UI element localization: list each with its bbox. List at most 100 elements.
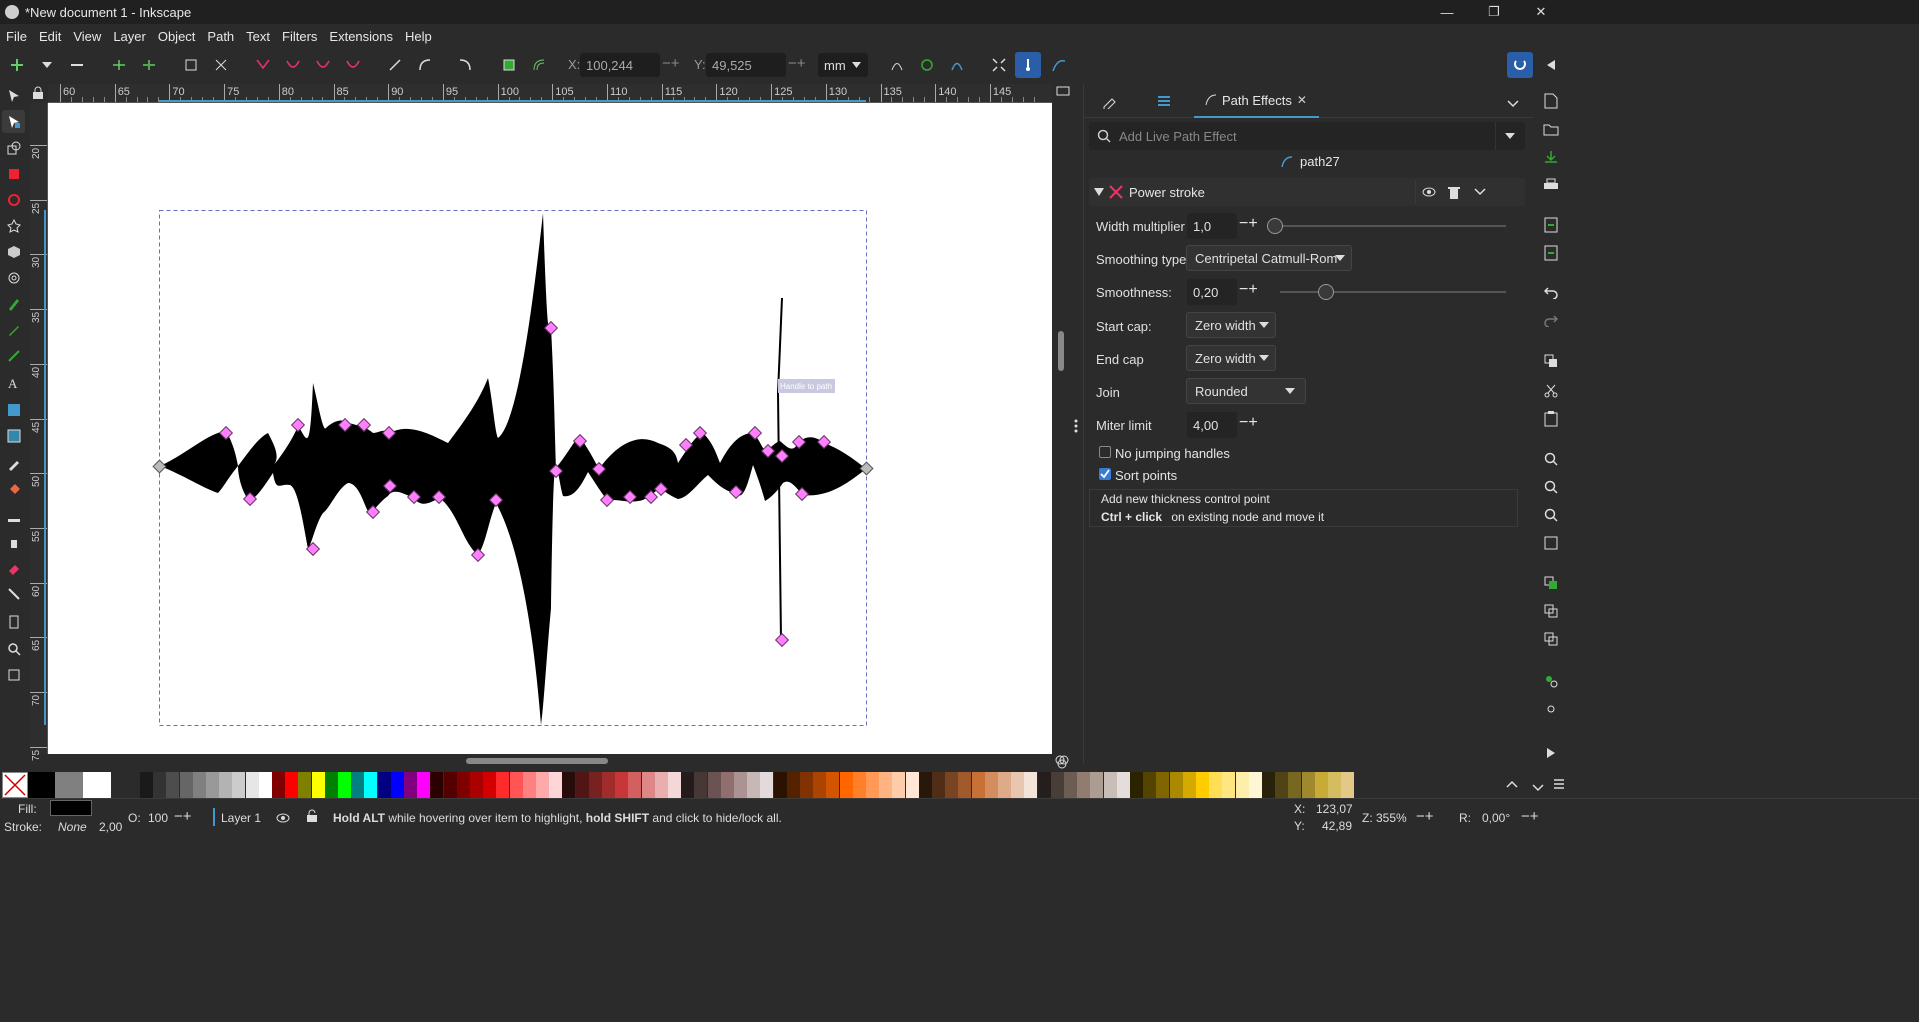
lock-guides-icon[interactable] xyxy=(32,86,44,100)
insert-node-icon[interactable] xyxy=(4,52,30,78)
join-select[interactable]: Rounded xyxy=(1186,378,1306,404)
path-offset-icon[interactable] xyxy=(526,52,552,78)
vertical-scroll-thumb[interactable] xyxy=(1058,331,1064,371)
palette-scroll-down-icon[interactable] xyxy=(1532,780,1544,795)
palette-swatch[interactable] xyxy=(1116,772,1130,798)
palette-swatch[interactable] xyxy=(1222,772,1236,798)
eraser-tool-icon[interactable] xyxy=(2,556,25,579)
zoom-page-icon[interactable] xyxy=(1540,504,1562,526)
palette-swatch[interactable] xyxy=(404,772,417,798)
palette-swatch[interactable] xyxy=(654,772,668,798)
delete-node-icon[interactable] xyxy=(64,52,90,78)
opacity-stepper[interactable]: −+ xyxy=(174,808,192,825)
palette-swatch[interactable] xyxy=(958,772,972,798)
show-outline-icon[interactable] xyxy=(914,52,940,78)
snap-popover-icon[interactable] xyxy=(1538,52,1564,78)
minimize-button[interactable]: — xyxy=(1424,0,1470,24)
palette-swatch[interactable] xyxy=(839,772,853,798)
join-segment-icon[interactable] xyxy=(178,52,204,78)
connector-tool-icon[interactable] xyxy=(2,582,25,605)
star-tool-icon[interactable] xyxy=(2,214,25,237)
menu-file[interactable]: File xyxy=(0,29,33,44)
palette-swatch[interactable] xyxy=(1275,772,1289,798)
unlink-clone-icon[interactable] xyxy=(1540,628,1562,650)
palette-swatch[interactable] xyxy=(866,772,879,798)
palette-swatch[interactable] xyxy=(575,772,589,798)
palette-scroll-up-icon[interactable] xyxy=(1506,776,1518,791)
menu-layer[interactable]: Layer xyxy=(107,29,152,44)
palette-swatch[interactable] xyxy=(1328,772,1341,798)
sort-points-checkbox[interactable] xyxy=(1099,468,1111,480)
y-coordinate-field[interactable]: 49,525 xyxy=(706,53,786,77)
tab-path-effects[interactable]: Path Effects ✕ xyxy=(1194,84,1319,118)
calligraphy-tool-icon[interactable] xyxy=(2,344,25,367)
palette-swatch[interactable] xyxy=(417,772,431,798)
palette-swatch[interactable] xyxy=(1288,772,1302,798)
restore-button[interactable]: ❐ xyxy=(1471,0,1517,24)
menu-filters[interactable]: Filters xyxy=(276,29,323,44)
palette-swatch[interactable] xyxy=(1156,772,1170,798)
more-commands-icon[interactable] xyxy=(1540,742,1562,764)
no-jumping-checkbox[interactable] xyxy=(1099,446,1111,458)
palette-swatch[interactable] xyxy=(1314,772,1328,798)
end-node-left[interactable] xyxy=(152,459,167,474)
palette-swatch[interactable] xyxy=(1301,772,1315,798)
join-nodes-icon[interactable] xyxy=(106,52,132,78)
palette-swatch[interactable] xyxy=(734,772,747,798)
palette-swatch[interactable] xyxy=(1341,772,1355,798)
start-cap-select[interactable]: Zero width xyxy=(1186,312,1276,338)
palette-swatch[interactable] xyxy=(602,772,615,798)
palette-swatch[interactable] xyxy=(892,772,906,798)
3d-box-tool-icon[interactable] xyxy=(2,240,25,263)
width-control-knot[interactable] xyxy=(290,417,306,433)
pages-tool-icon[interactable] xyxy=(2,610,25,633)
palette-swatch[interactable] xyxy=(1235,772,1249,798)
palette-swatch[interactable] xyxy=(813,772,827,798)
palette-swatch[interactable] xyxy=(1196,772,1209,798)
palette-swatch[interactable] xyxy=(1077,772,1091,798)
break-path-icon[interactable] xyxy=(136,52,162,78)
width-multiplier-field[interactable]: 1,0 xyxy=(1187,213,1237,239)
palette-swatch[interactable] xyxy=(536,772,549,798)
dropper-tool-icon[interactable] xyxy=(2,452,25,475)
palette-swatch[interactable] xyxy=(1262,772,1275,798)
smoothness-stepper[interactable]: −+ xyxy=(1239,281,1258,299)
effect-menu-chevron-icon[interactable] xyxy=(1467,180,1493,204)
palette-swatch[interactable] xyxy=(720,772,734,798)
palette-swatch[interactable] xyxy=(483,772,497,798)
palette-swatch[interactable] xyxy=(1169,772,1183,798)
import-icon[interactable] xyxy=(1540,214,1562,236)
palette-swatch[interactable] xyxy=(588,772,602,798)
palette-swatch[interactable] xyxy=(747,772,761,798)
palette-swatch[interactable] xyxy=(522,772,536,798)
node-cusp-icon[interactable] xyxy=(250,52,276,78)
palette-swatch[interactable] xyxy=(509,772,523,798)
swatch-white[interactable] xyxy=(83,772,111,798)
palette-swatch[interactable] xyxy=(932,772,945,798)
stroke-to-path-icon[interactable] xyxy=(496,52,522,78)
layer-visibility-icon[interactable] xyxy=(276,811,290,826)
palette-swatch[interactable] xyxy=(1064,772,1077,798)
palette-swatch[interactable] xyxy=(390,772,404,798)
undo-icon[interactable] xyxy=(1540,282,1562,304)
palette-swatch[interactable] xyxy=(153,772,167,798)
palette-swatch[interactable] xyxy=(668,772,681,798)
palette-swatch[interactable] xyxy=(351,772,365,798)
palette-swatch[interactable] xyxy=(364,772,378,798)
horizontal-scrollbar[interactable] xyxy=(48,754,1052,768)
layers-tab-icon[interactable] xyxy=(1156,93,1172,112)
palette-swatch[interactable] xyxy=(470,772,483,798)
x-stepper[interactable]: −+ xyxy=(662,55,680,72)
export-icon[interactable] xyxy=(1540,242,1562,264)
palette-swatch[interactable] xyxy=(443,772,457,798)
smoothing-type-select[interactable]: Centripetal Catmull-Rom xyxy=(1186,245,1352,271)
zoom-tool-icon[interactable] xyxy=(2,637,25,660)
gradient-tool-icon[interactable] xyxy=(2,398,25,421)
palette-swatch[interactable] xyxy=(456,772,470,798)
palette-swatch[interactable] xyxy=(852,772,866,798)
zoom-stepper[interactable]: −+ xyxy=(1416,808,1434,825)
menu-path[interactable]: Path xyxy=(201,29,240,44)
node-tool-icon[interactable] xyxy=(2,110,25,133)
palette-swatch[interactable] xyxy=(206,772,219,798)
palette-swatch[interactable] xyxy=(905,772,919,798)
